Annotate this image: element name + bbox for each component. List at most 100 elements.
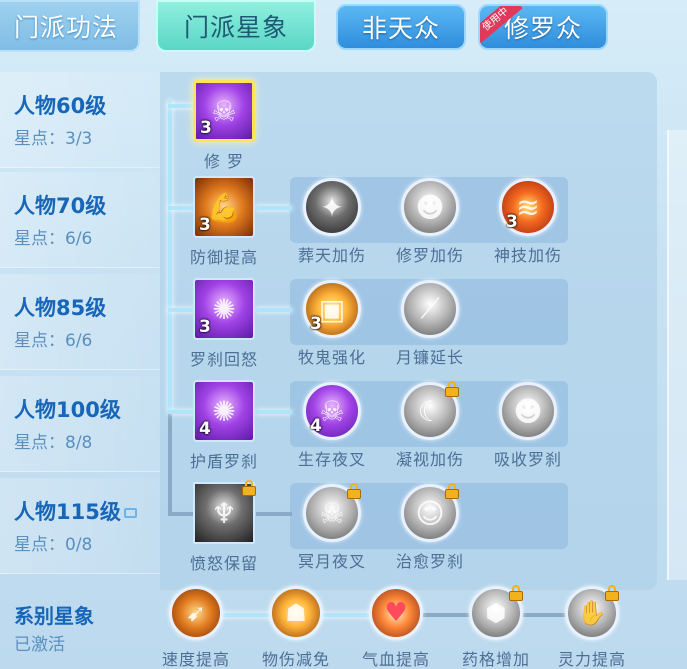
rank-count: 3: [199, 215, 211, 235]
person-glyph: ☗: [285, 599, 307, 627]
skill-label: 葬天加伤: [297, 246, 366, 265]
school-state: 已激活: [14, 635, 65, 655]
skill-label: 生存夜叉: [297, 450, 366, 469]
skill-label: 神技加伤: [493, 246, 562, 265]
star-points: 星点：3/3: [14, 129, 93, 149]
lock-icon: [604, 585, 620, 601]
level-name: 人物115级: [14, 496, 137, 526]
skill-node-absorb[interactable]: ☻ 吸收罗刹: [480, 382, 576, 470]
skill-label: 月镰延长: [395, 348, 464, 367]
speed-icon: ➹: [169, 586, 223, 640]
skill-label: 愤怒保留: [189, 554, 258, 573]
skill-label: 冥月夜叉: [297, 552, 366, 571]
bottom-node-herb[interactable]: ⬢ 药格增加: [456, 585, 536, 669]
lock-icon: [123, 508, 137, 518]
blade-glyph: ⟋: [420, 292, 440, 325]
skill-node-heal-luocha[interactable]: ☺ 治愈罗刹: [382, 483, 478, 572]
skill-label: 罗刹回怒: [189, 350, 258, 369]
tab-feitian[interactable]: 非天众: [336, 4, 466, 50]
skill-node-yuelian[interactable]: ⟋ 月镰延长: [382, 280, 478, 368]
demon-icon: ♆: [193, 480, 257, 544]
level-column: 人物60级 星点：3/3 人物70级 星点：6/6 人物85级 星点：6/6 人…: [0, 72, 160, 669]
gaze-icon: ☾: [401, 381, 460, 440]
bottom-node-spirit[interactable]: ✋ 灵力提高: [552, 585, 632, 669]
bottom-node-hp[interactable]: ♥ 气血提高: [356, 586, 436, 669]
tab-bar: 门派功法 门派星象 非天众 使用中 修罗众: [0, 0, 687, 60]
herb-icon: ⬢: [469, 585, 524, 640]
lock-icon: [444, 483, 460, 499]
skill-label: 凝视加伤: [395, 450, 464, 469]
slash-icon: ✦: [303, 178, 361, 236]
level-name: 人物70级: [14, 194, 107, 218]
tab-xiuluo-label: 修罗众: [503, 14, 582, 43]
skill-node-shenji[interactable]: ≋ 3 神技加伤: [480, 178, 576, 266]
school-constellation: 系别星象 已激活 ➹ 速度提高 ☗ 物伤减免 ♥ 气血提高 ⬢ 药格增加 ✋ 灵…: [0, 585, 687, 669]
asura-icon: ☠ 3: [193, 80, 255, 142]
lock-icon: [508, 585, 524, 601]
level-85: 人物85级 星点：6/6: [0, 274, 160, 370]
star-points: 星点：6/6: [14, 229, 93, 249]
level-70: 人物70级 星点：6/6: [0, 172, 160, 268]
level-name-text: 人物115级: [14, 500, 121, 524]
rank-count: 3: [200, 118, 212, 138]
school-title: 系别星象: [14, 604, 94, 628]
skill-label: 治愈罗刹: [395, 552, 464, 571]
heart-icon: ♥: [369, 586, 423, 640]
level-name: 人物100级: [14, 398, 121, 422]
star-points: 星点：6/6: [14, 331, 93, 351]
skill-node-mingyue[interactable]: ☠ 冥月夜叉: [284, 483, 380, 572]
person-icon: ☗: [269, 586, 323, 640]
chest-icon: ▣ 3: [303, 280, 361, 338]
rank-count: 3: [506, 212, 518, 232]
heart-glyph: ♥: [384, 598, 408, 628]
tab-xiuluo[interactable]: 使用中 修罗众: [478, 4, 608, 50]
face-glyph: ☻: [415, 190, 445, 224]
bottom-label: 物伤减免: [261, 650, 330, 669]
rank-count: 3: [310, 314, 322, 334]
strong-arm-icon: 💪 3: [193, 176, 255, 238]
bottom-node-phys-reduce[interactable]: ☗ 物伤减免: [256, 586, 336, 669]
claw-icon: ≋ 3: [499, 178, 557, 236]
bottom-label: 灵力提高: [557, 650, 626, 669]
tab-sect-constellation[interactable]: 门派星象: [156, 0, 316, 52]
skill-label: 防御提高: [189, 248, 258, 267]
level-name: 人物85级: [14, 296, 107, 320]
bottom-node-speed[interactable]: ➹ 速度提高: [156, 586, 236, 669]
skill-label: 修 罗: [203, 152, 245, 171]
speed-glyph: ➹: [185, 599, 207, 627]
tab-sect-skills[interactable]: 门派功法: [0, 0, 140, 52]
star-points: 星点：0/8: [14, 535, 93, 555]
skill-node-rage-keep[interactable]: ♆ 愤怒保留: [176, 480, 272, 574]
skill-label: 吸收罗刹: [493, 450, 562, 469]
lock-icon: [444, 381, 460, 397]
spirit-hand-icon: ✋: [565, 585, 620, 640]
rank-count: 3: [199, 317, 211, 337]
skill-node-xiuluo-dmg[interactable]: ☻ 修罗加伤: [382, 178, 478, 266]
star-points: 星点：8/8: [14, 433, 93, 453]
tree-connector: [168, 100, 172, 410]
shield-rakshasa-icon: ✺ 4: [193, 380, 255, 442]
lock-icon: [346, 483, 362, 499]
skill-node-shield-luocha[interactable]: ✺ 4 护盾罗刹: [176, 380, 272, 472]
skill-node-luocha-rage[interactable]: ✺ 3 罗刹回怒: [176, 278, 272, 370]
heal-rakshasa-icon: ☺: [401, 483, 460, 542]
skill-node-xiuluo[interactable]: ☠ 3 修 罗: [176, 80, 272, 172]
bottom-label: 药格增加: [461, 650, 530, 669]
side-strip: [667, 130, 687, 580]
yaksha-icon: ☠ 4: [303, 382, 361, 440]
skill-label: 修罗加伤: [395, 246, 464, 265]
skill-node-gaze[interactable]: ☾ 凝视加伤: [382, 381, 478, 470]
skill-label: 牧鬼强化: [297, 348, 366, 367]
lock-icon: [241, 480, 257, 496]
slash-glyph: ✦: [320, 190, 344, 224]
skill-node-mugui[interactable]: ▣ 3 牧鬼强化: [284, 280, 380, 368]
skill-node-zangtian[interactable]: ✦ 葬天加伤: [284, 178, 380, 266]
absorb-glyph: ☻: [513, 394, 543, 428]
skill-node-defense[interactable]: 💪 3 防御提高: [176, 176, 272, 268]
dark-yaksha-icon: ☠: [303, 483, 362, 542]
level-100: 人物100级 星点：8/8: [0, 376, 160, 472]
skill-node-survive-yecha[interactable]: ☠ 4 生存夜叉: [284, 382, 380, 470]
skill-label: 护盾罗刹: [189, 452, 258, 471]
asura-face-icon: ☻: [401, 178, 459, 236]
tree-connector-locked: [168, 410, 172, 512]
